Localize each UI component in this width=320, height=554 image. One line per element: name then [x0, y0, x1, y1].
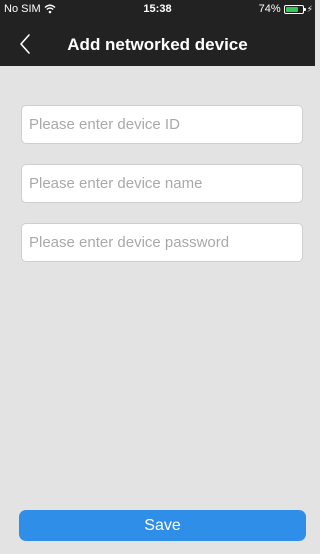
battery-percentage: 74%: [258, 3, 281, 15]
device-form: [21, 105, 303, 282]
battery-level-fill: [285, 6, 298, 12]
battery-cap: [303, 7, 306, 11]
device-name-input[interactable]: [21, 164, 303, 203]
device-password-input[interactable]: [21, 223, 303, 262]
status-battery-group: 74% ⚡: [259, 3, 313, 15]
status-bar: No SIM 15:38 74% ⚡: [0, 0, 315, 20]
charging-icon: ⚡: [306, 3, 313, 14]
device-id-input[interactable]: [21, 105, 303, 144]
top-bar: No SIM 15:38 74% ⚡ Add networked device: [0, 0, 315, 66]
page-title: Add networked device: [67, 35, 248, 54]
navigation-bar: Add networked device: [0, 22, 315, 66]
battery-icon: [283, 4, 306, 14]
save-button[interactable]: Save: [19, 510, 306, 541]
